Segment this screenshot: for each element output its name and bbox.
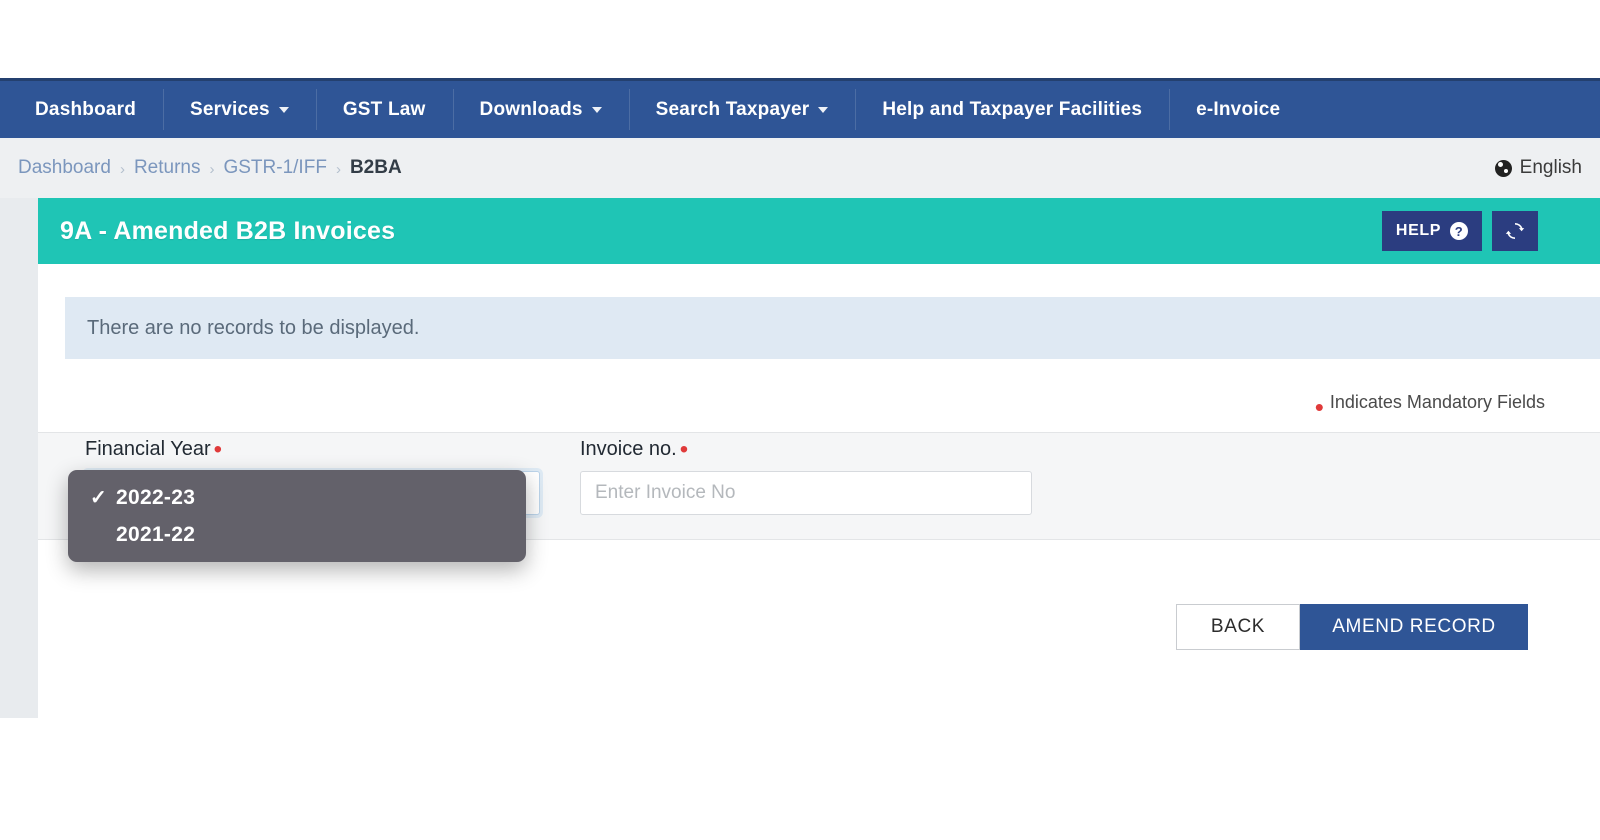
section-header: 9A - Amended B2B Invoices HELP ? [38, 198, 1600, 264]
globe-icon [1494, 159, 1512, 177]
breadcrumb-item-gstr-1-iff[interactable]: GSTR-1/IFF [223, 157, 326, 179]
breadcrumb-separator: › [209, 160, 215, 178]
refresh-button[interactable] [1492, 211, 1538, 251]
nav-item-dashboard[interactable]: Dashboard [8, 81, 163, 138]
form-actions: BACK AMEND RECORD [1176, 604, 1528, 650]
financial-year-field: Financial Year • [85, 436, 223, 463]
nav-item-help-and-taxpayer-facilities[interactable]: Help and Taxpayer Facilities [855, 81, 1169, 138]
nav-item-services[interactable]: Services [163, 81, 316, 138]
nav-item-label: Dashboard [35, 98, 137, 120]
financial-year-option-2022-23[interactable]: ✓ 2022-23 [68, 479, 526, 516]
nav-item-label: Services [190, 98, 270, 120]
breadcrumb-item-returns[interactable]: Returns [134, 157, 201, 179]
nav-item-label: Search Taxpayer [655, 98, 810, 120]
help-button[interactable]: HELP ? [1381, 211, 1482, 251]
breadcrumb: Dashboard › Returns › GSTR-1/IFF › B2BA … [0, 138, 1600, 198]
breadcrumb-separator: › [119, 160, 125, 178]
section-header-actions: HELP ? [1381, 211, 1538, 251]
nav-item-e-invoice[interactable]: e-Invoice [1169, 81, 1307, 138]
financial-year-options-popup[interactable]: ✓ 2022-23 2021-22 [68, 470, 526, 562]
question-circle-icon: ? [1450, 222, 1468, 240]
language-label: English [1519, 157, 1582, 178]
back-button[interactable]: BACK [1176, 604, 1300, 650]
nav-item-label: e-Invoice [1196, 98, 1281, 120]
nav-item-label: Help and Taxpayer Facilities [882, 98, 1143, 120]
help-button-label: HELP [1395, 222, 1441, 239]
invoice-no-field: Invoice no. • [580, 436, 689, 463]
breadcrumb-item-b2ba: B2BA [349, 157, 402, 178]
nav-item-label: Downloads [479, 98, 583, 120]
nav-item-downloads[interactable]: Downloads [452, 81, 629, 138]
nav-item-gst-law[interactable]: GST Law [315, 81, 453, 138]
financial-year-label: Financial Year • [85, 436, 223, 463]
financial-year-option-2021-22[interactable]: 2021-22 [68, 516, 526, 553]
amend-record-button[interactable]: AMEND RECORD [1300, 604, 1528, 650]
option-label: 2022-23 [116, 485, 196, 509]
invoice-no-label-text: Invoice no. [580, 438, 677, 460]
invoice-no-input[interactable] [580, 471, 1032, 515]
no-records-banner: There are no records to be displayed. [65, 297, 1600, 359]
chevron-down-icon [818, 106, 829, 113]
financial-year-label-text: Financial Year [85, 438, 211, 460]
language-selector[interactable]: English [1494, 157, 1582, 179]
breadcrumb-separator: › [335, 160, 341, 178]
chevron-down-icon [278, 106, 289, 113]
breadcrumb-item-dashboard[interactable]: Dashboard [18, 157, 111, 179]
mandatory-fields-note: • Indicates Mandatory Fields [1314, 391, 1545, 422]
option-label: 2021-22 [116, 522, 196, 546]
check-icon: ✓ [90, 487, 108, 509]
app-root: Dashboard Services GST Law Downloads Sea… [0, 0, 1600, 840]
invoice-no-label: Invoice no. • [580, 436, 689, 463]
mandatory-fields-text: Indicates Mandatory Fields [1329, 392, 1545, 412]
nav-item-search-taxpayer[interactable]: Search Taxpayer [628, 81, 856, 138]
page-title: 9A - Amended B2B Invoices [60, 216, 396, 245]
main-navbar: Dashboard Services GST Law Downloads Sea… [0, 78, 1600, 138]
chevron-down-icon [591, 106, 602, 113]
no-records-message: There are no records to be displayed. [87, 316, 420, 339]
top-strip [0, 0, 1600, 78]
nav-item-label: GST Law [342, 98, 426, 120]
refresh-icon [1505, 221, 1525, 241]
